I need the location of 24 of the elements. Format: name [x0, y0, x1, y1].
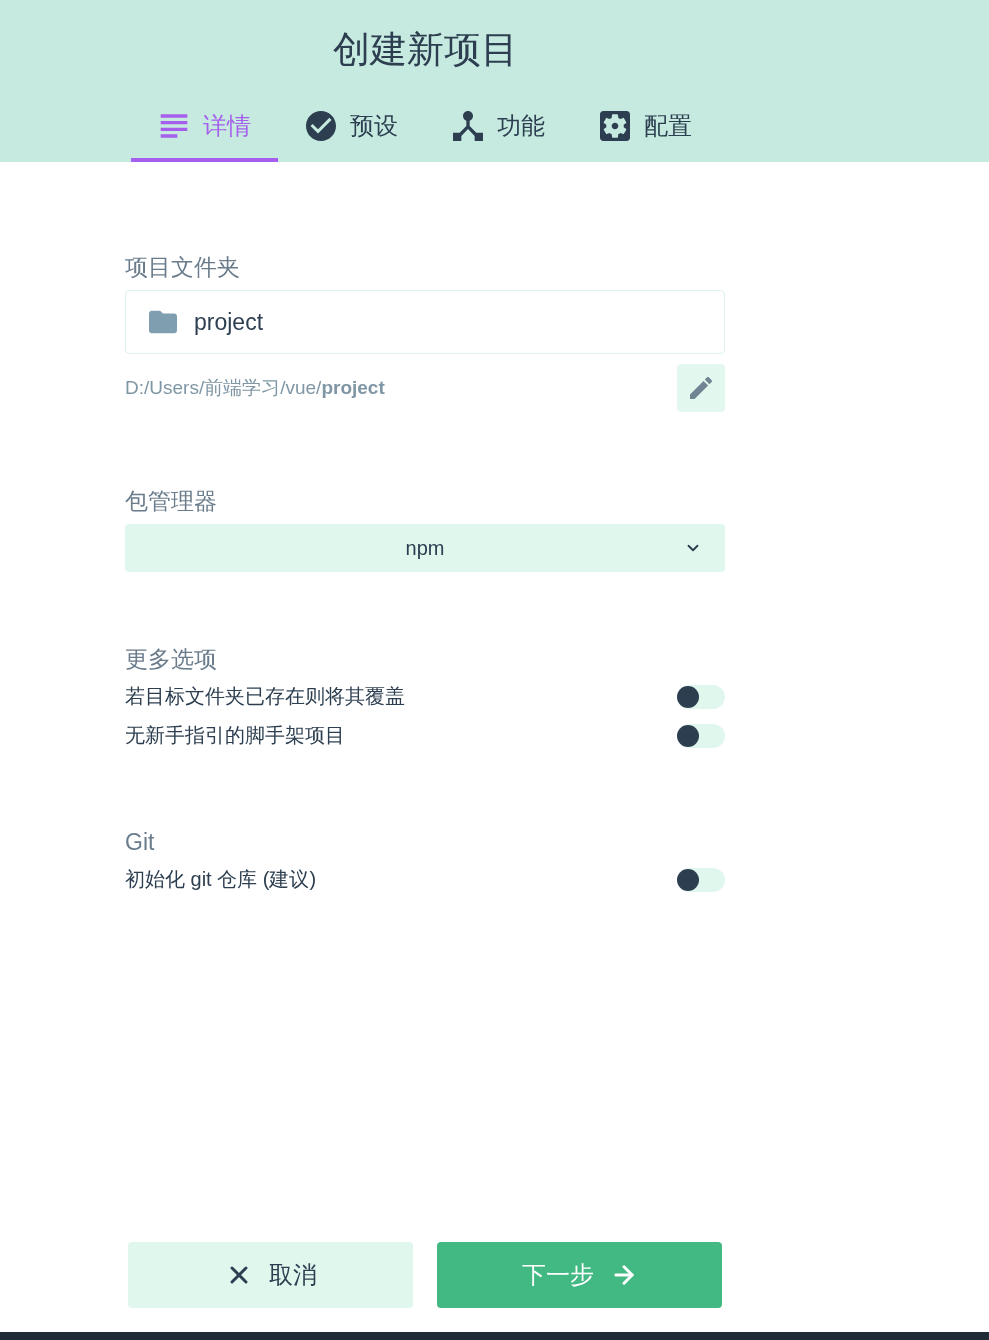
package-manager-select[interactable]: npm	[125, 524, 725, 572]
option-label: 初始化 git 仓库 (建议)	[125, 867, 317, 892]
field-label: 包管理器	[125, 488, 218, 514]
settings-icon	[599, 111, 630, 141]
page-title: 创建新项目	[332, 28, 518, 72]
cancel-button[interactable]: 取消	[128, 1242, 413, 1308]
list-icon	[158, 111, 189, 141]
tab[interactable]: 功能	[425, 98, 572, 162]
option-label: 若目标文件夹已存在则将其覆盖	[125, 684, 405, 709]
field-label: 项目文件夹	[125, 254, 241, 280]
section-label: 更多选项	[125, 646, 218, 672]
toggle-switch[interactable]	[677, 723, 725, 748]
folder-icon	[149, 310, 177, 334]
toggle-switch[interactable]	[677, 684, 725, 709]
tab[interactable]: 配置	[572, 98, 719, 162]
option-label: 无新手指引的脚手架项目	[125, 723, 345, 748]
folder-path: D:/Users/前端学习/vue/project	[125, 376, 385, 400]
pencil-icon	[690, 377, 712, 399]
section-label: Git	[125, 829, 156, 855]
hub-icon	[452, 111, 483, 141]
edit-button[interactable]	[677, 364, 725, 412]
folder-input[interactable]: project	[125, 290, 725, 354]
toggle-switch[interactable]	[677, 867, 725, 892]
tab[interactable]: 预设	[278, 98, 425, 162]
